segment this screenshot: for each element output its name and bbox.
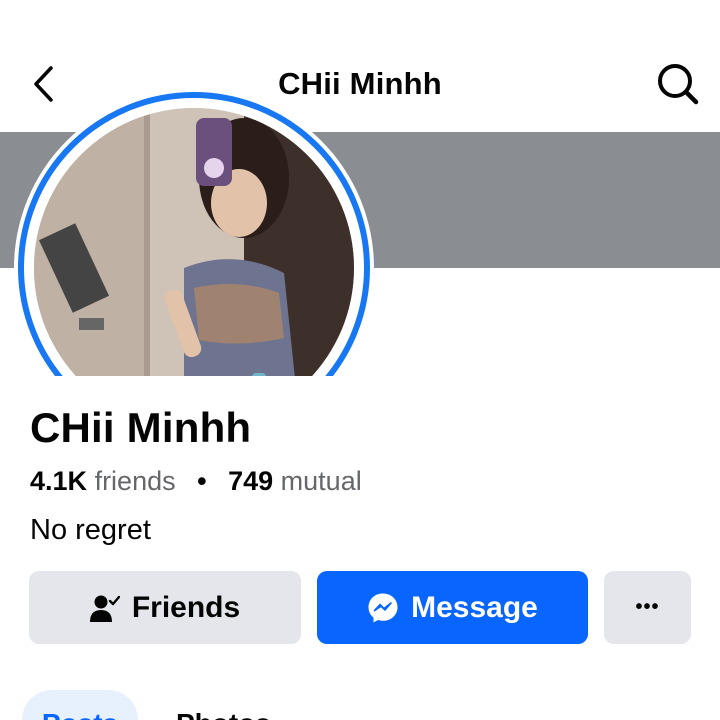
tab-posts[interactable]: Posts bbox=[22, 690, 138, 720]
tab-photos[interactable]: Photos bbox=[176, 690, 271, 720]
mutual-label: mutual bbox=[280, 466, 362, 496]
tab-posts-label: Posts bbox=[42, 708, 118, 720]
friends-count: 4.1K bbox=[30, 466, 88, 496]
search-button[interactable] bbox=[654, 60, 702, 108]
search-icon bbox=[658, 64, 699, 105]
messenger-icon bbox=[367, 592, 399, 624]
friends-button-label: Friends bbox=[131, 590, 241, 624]
profile-bio: No regret bbox=[30, 514, 151, 546]
person-check-icon bbox=[89, 593, 120, 623]
more-options-button[interactable]: ••• bbox=[604, 571, 691, 644]
more-dots-icon: ••• bbox=[635, 596, 660, 618]
mutual-count: 749 bbox=[228, 466, 274, 496]
profile-page: CHii Minhh CHii Minhh 4.1K friends • 749… bbox=[0, 0, 720, 720]
profile-name: CHii Minhh bbox=[30, 404, 252, 451]
friends-button[interactable]: Friends bbox=[29, 571, 301, 644]
avatar[interactable] bbox=[14, 88, 374, 376]
message-button[interactable]: Message bbox=[317, 571, 588, 644]
friends-label: friends bbox=[94, 466, 176, 496]
tab-photos-label: Photos bbox=[176, 708, 271, 720]
message-button-label: Message bbox=[411, 590, 538, 624]
avatar-container bbox=[14, 88, 374, 376]
stats-separator: • bbox=[197, 466, 207, 496]
friend-stats[interactable]: 4.1K friends • 749 mutual bbox=[30, 466, 362, 497]
